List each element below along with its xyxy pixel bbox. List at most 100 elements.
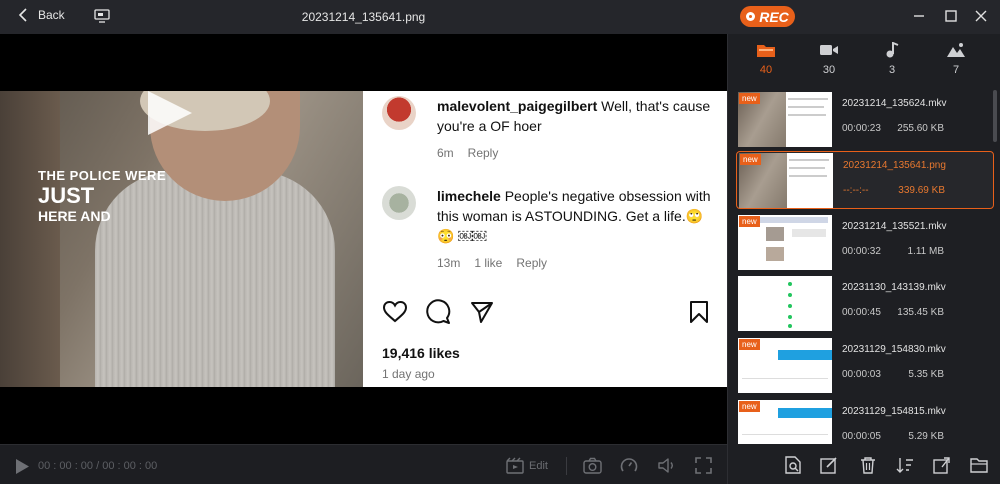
comment-user[interactable]: malevolent_paigegilbert <box>437 98 597 114</box>
comment-icon[interactable] <box>425 299 451 325</box>
file-item[interactable]: new 20231129_154830.mkv 00:00:03 5.35 KB <box>736 336 994 394</box>
file-title: 20231214_135641.png <box>301 10 426 24</box>
file-name: 20231129_154815.mkv <box>842 406 946 417</box>
new-badge: new <box>739 216 760 227</box>
record-dot-icon <box>746 12 756 21</box>
search-file-icon[interactable] <box>784 456 802 474</box>
avatar <box>382 96 416 130</box>
file-duration: --:--:-- <box>843 185 869 196</box>
comment-likes[interactable]: 1 like <box>474 253 502 273</box>
file-size: 5.35 KB <box>908 369 944 380</box>
caption-line-2: JUST <box>38 183 95 208</box>
tab-audio[interactable]: 3 <box>872 42 912 76</box>
fullscreen-icon[interactable] <box>695 457 712 474</box>
trash-icon[interactable] <box>859 456 877 474</box>
share-icon[interactable] <box>469 299 495 325</box>
comment-meta: 13m 1 like Reply <box>437 253 717 273</box>
player-controls: 00 : 00 : 00 / 00 : 00 : 00 Edit <box>0 444 727 484</box>
post-actions <box>382 299 712 325</box>
caption-line-1: THE POLICE WERE <box>38 168 167 183</box>
music-icon <box>886 42 899 58</box>
rename-icon[interactable] <box>820 456 838 474</box>
tab-images[interactable]: 7 <box>936 42 976 76</box>
speed-icon[interactable] <box>620 457 638 474</box>
comments-panel: malevolent_paigegilbert Well, that's cau… <box>363 91 727 387</box>
minimize-icon[interactable] <box>911 8 927 24</box>
comment-age: 6m <box>437 146 454 160</box>
divider <box>566 457 567 475</box>
tab-video[interactable]: 30 <box>809 42 849 76</box>
sort-icon[interactable] <box>896 456 914 474</box>
new-badge: new <box>740 154 761 165</box>
image-icon <box>947 43 965 57</box>
comment-meta: 6m Reply <box>437 143 717 163</box>
file-size: 1.11 MB <box>907 246 945 257</box>
file-thumbnail: new <box>739 153 833 208</box>
file-duration: 00:00:05 <box>842 431 881 442</box>
post-age: 1 day ago <box>382 367 435 381</box>
video-icon <box>820 45 838 55</box>
close-icon[interactable] <box>973 8 989 24</box>
recordings-panel: 40 30 3 7 new 20231214_135624.mkv 00:00:… <box>727 34 1000 484</box>
file-duration: 00:00:23 <box>842 123 881 134</box>
tab-count: 3 <box>888 64 896 76</box>
comment-user[interactable]: limechele <box>437 188 501 204</box>
tab-count: 30 <box>822 64 836 76</box>
file-name: 20231130_143139.mkv <box>842 282 946 293</box>
new-badge: new <box>739 93 760 104</box>
media-tabs: 40 30 3 7 <box>728 34 1000 86</box>
edit-icon[interactable] <box>506 457 524 474</box>
new-badge: new <box>739 401 760 412</box>
camera-icon[interactable] <box>583 457 602 474</box>
file-item[interactable]: new 20231214_135624.mkv 00:00:23 255.60 … <box>736 90 994 148</box>
file-size: 5.29 KB <box>908 431 944 442</box>
file-thumbnail: new <box>738 400 832 446</box>
tab-count: 40 <box>759 64 773 76</box>
panel-toolbar <box>728 444 1000 484</box>
avatar <box>382 186 416 220</box>
file-name: 20231214_135641.png <box>843 160 946 171</box>
photo-caption: THE POLICE WERE JUST HERE AND <box>38 169 166 223</box>
comment-body: malevolent_paigegilbert Well, that's cau… <box>437 96 717 163</box>
file-thumbnail: new <box>738 338 832 393</box>
rec-label: REC <box>759 8 789 25</box>
file-size: 255.60 KB <box>897 123 944 134</box>
caption-line-3: HERE AND <box>38 208 111 224</box>
file-thumbnail: new <box>738 92 832 147</box>
play-icon[interactable] <box>14 458 30 475</box>
file-duration: 00:00:32 <box>842 246 881 257</box>
file-name: 20231129_154830.mkv <box>842 344 946 355</box>
comment-body: limechele People's negative obsession wi… <box>437 186 717 273</box>
recorder-app: Back 20231214_135641.png REC THE POLICE … <box>0 0 1000 484</box>
new-badge: new <box>739 339 760 350</box>
volume-icon[interactable] <box>657 457 677 474</box>
reply-link[interactable]: Reply <box>468 143 499 163</box>
maximize-icon[interactable] <box>943 8 959 24</box>
file-name: 20231214_135521.mkv <box>842 221 947 232</box>
heart-icon[interactable] <box>382 299 408 325</box>
photo-arm <box>0 91 60 387</box>
open-folder-icon[interactable] <box>970 456 988 474</box>
title-bar: Back 20231214_135641.png REC <box>0 0 1000 34</box>
comment-age: 13m <box>437 256 461 270</box>
file-thumbnail <box>738 276 832 331</box>
file-item[interactable]: 20231130_143139.mkv 00:00:45 135.45 KB <box>736 274 994 332</box>
screenshot-photo: THE POLICE WERE JUST HERE AND <box>0 91 363 387</box>
bookmark-icon[interactable] <box>686 299 712 325</box>
time-readout: 00 : 00 : 00 / 00 : 00 : 00 <box>38 460 158 472</box>
tab-count: 7 <box>952 64 960 76</box>
file-thumbnail: new <box>738 215 832 270</box>
file-size: 135.45 KB <box>897 307 944 318</box>
export-icon[interactable] <box>933 456 951 474</box>
tab-all[interactable]: 40 <box>746 42 786 76</box>
rec-button[interactable]: REC <box>740 6 795 27</box>
edit-label[interactable]: Edit <box>529 460 548 472</box>
likes-count[interactable]: 19,416 likes <box>382 345 460 361</box>
file-name: 20231214_135624.mkv <box>842 98 947 109</box>
file-item-selected[interactable]: new 20231214_135641.png --:--:-- 339.69 … <box>736 151 994 209</box>
reply-link[interactable]: Reply <box>516 253 547 273</box>
play-overlay-icon <box>148 91 192 135</box>
folder-icon <box>757 45 775 57</box>
file-item[interactable]: new 20231214_135521.mkv 00:00:32 1.11 MB <box>736 213 994 271</box>
preview-area: THE POLICE WERE JUST HERE AND malevolent… <box>0 34 727 444</box>
